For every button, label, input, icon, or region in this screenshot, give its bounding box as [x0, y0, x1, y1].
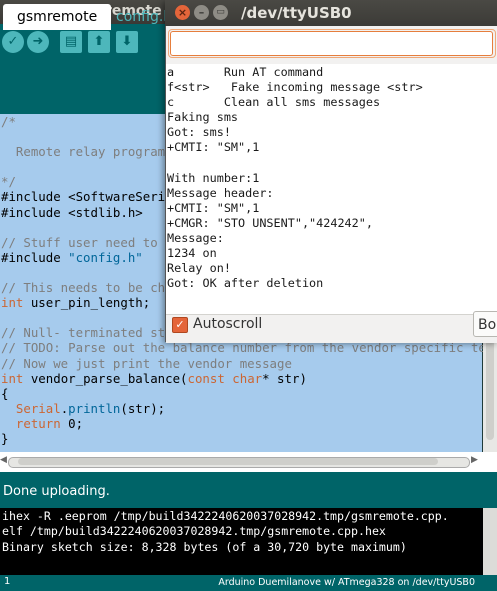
serial-output-text: a Run AT command f<str> Fake incoming me… [167, 65, 423, 291]
scroll-right-icon[interactable]: ▶ [471, 455, 478, 465]
board-info: Arduino Duemilanove w/ ATmega328 on /dev… [218, 577, 475, 588]
console-scrollbar[interactable] [483, 508, 497, 575]
autoscroll-checkbox[interactable]: ✓ [172, 317, 188, 333]
tab-gsmremote[interactable]: gsmremote [3, 4, 112, 30]
verify-button[interactable]: ✓ [2, 31, 24, 53]
console-line: elf /tmp/build3422240620037028942.tmp/gs… [2, 524, 386, 539]
console-output: ihex -R .eeprom /tmp/build34222406200370… [2, 509, 449, 555]
serial-send-input[interactable] [170, 31, 493, 56]
checkmark-icon: ✓ [175, 318, 185, 331]
editor-horizontal-scroll-thumb[interactable] [18, 458, 438, 465]
new-sketch-button[interactable]: ▤ [60, 31, 82, 53]
arrow-up-icon: ⬆ [93, 34, 105, 49]
checkmark-icon: ✓ [7, 34, 19, 49]
new-file-icon: ▤ [64, 34, 78, 49]
serial-monitor-title: /dev/ttyUSB0 [241, 4, 352, 22]
baud-rate-select[interactable]: Bo [473, 311, 497, 337]
autoscroll-label[interactable]: Autoscroll [193, 316, 262, 332]
serial-close-button[interactable]: × [175, 5, 190, 20]
scroll-left-icon[interactable]: ◀ [0, 455, 7, 465]
arrow-right-icon: ➜ [32, 34, 44, 49]
arrow-down-icon: ⬇ [121, 34, 133, 49]
serial-maximize-button[interactable]: ▭ [213, 5, 228, 20]
open-sketch-button[interactable]: ⬆ [88, 31, 110, 53]
status-message: Done uploading. [3, 484, 110, 499]
serial-minimize-button[interactable]: – [194, 5, 209, 20]
console-line: ihex -R .eeprom /tmp/build34222406200370… [2, 509, 449, 523]
console-line: Binary sketch size: 8,328 bytes (of a 30… [2, 539, 407, 554]
upload-button[interactable]: ➜ [27, 31, 49, 53]
line-number: 1 [4, 576, 11, 587]
save-sketch-button[interactable]: ⬇ [116, 31, 138, 53]
